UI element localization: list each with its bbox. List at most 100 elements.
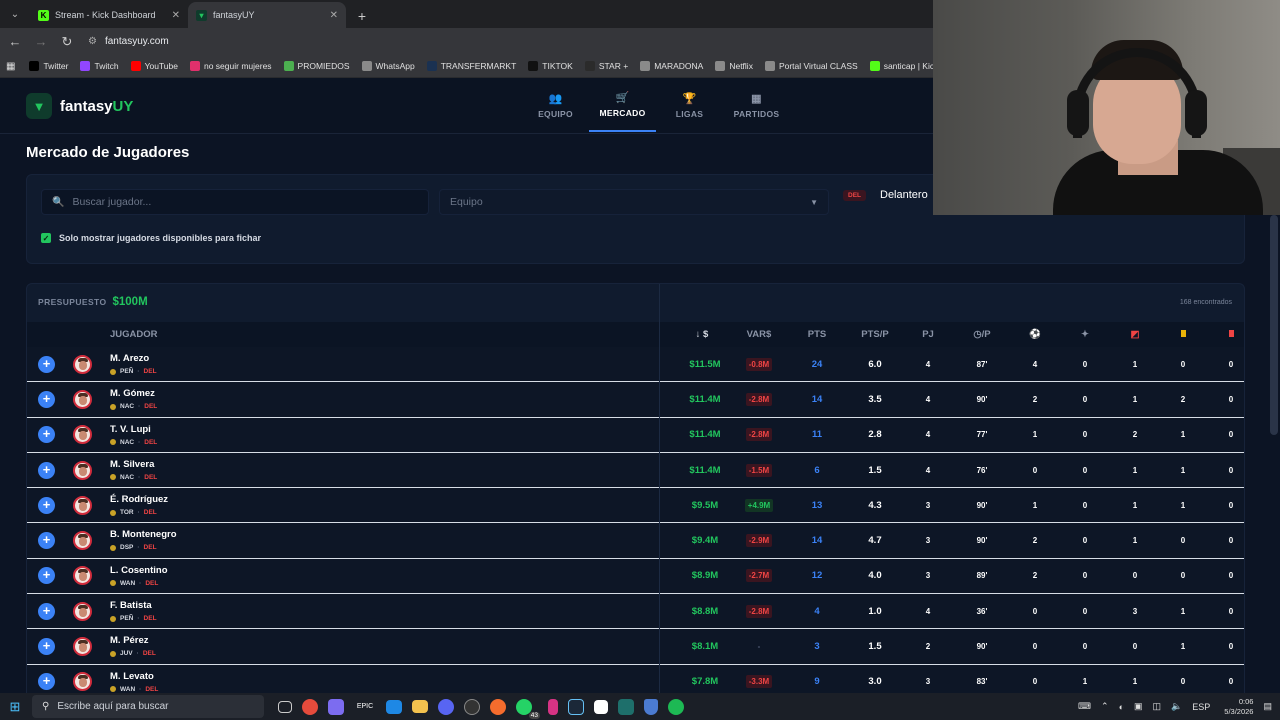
add-player-button[interactable]: + — [38, 602, 55, 620]
new-tab-button[interactable]: + — [350, 4, 374, 28]
network-icon[interactable]: ◫ — [1153, 701, 1162, 712]
table-row[interactable]: + B. Montenegro DSP · DEL $9.4M -2.9M 14 4.7 3 90'… — [27, 523, 1244, 559]
table-row[interactable]: + M. Silvera NAC · DEL $11.4M -1.5M 6 1.5 4 76' 0 0 1… — [27, 452, 1244, 489]
clock[interactable]: 0:06 5/3/2026 — [1224, 697, 1253, 717]
table-row[interactable]: + T. V. Lupi NAC · DEL $11.4M -2.8M 11 2.8 4 77' 1 0… — [27, 417, 1244, 453]
notifications-icon[interactable]: ▤ — [1263, 701, 1272, 712]
app-logo[interactable]: ▼ fantasyUY — [26, 93, 133, 119]
player-ptsp: 3.0 — [868, 676, 882, 688]
add-player-button[interactable]: + — [38, 461, 55, 479]
goals-icon[interactable]: ⚽ — [1027, 329, 1043, 340]
bookmark-item[interactable]: TRANSFERMARKT — [426, 61, 516, 71]
col-minutes[interactable]: ◷/P — [967, 329, 997, 340]
close-tab-icon[interactable]: ✕ — [172, 10, 180, 21]
position-select[interactable]: DEL Delantero — [843, 189, 928, 201]
add-player-button[interactable]: + — [38, 390, 55, 408]
bookmark-item[interactable]: no seguir mujeres — [189, 61, 272, 71]
table-row[interactable]: + L. Cosentino WAN · DEL $8.9M -2.7M 12 4.0 3 89' 2… — [27, 558, 1244, 595]
chrome-icon[interactable] — [302, 698, 318, 715]
table-row[interactable]: + F. Batista PEÑ · DEL $8.8M -2.8M 4 1.0 4 36' 0 0 3 1… — [27, 594, 1244, 630]
nav-equipo[interactable]: 👥 EQUIPO — [522, 78, 589, 132]
tab-search-menu-icon[interactable]: ⌄ — [4, 4, 26, 24]
copilot-icon[interactable] — [328, 698, 344, 715]
obs-icon[interactable] — [464, 698, 480, 715]
col-var[interactable]: VAR$ — [739, 329, 779, 340]
tab-kick-dashboard[interactable]: K Stream - Kick Dashboard ✕ — [30, 2, 188, 28]
discord-icon[interactable] — [438, 698, 454, 715]
add-player-button[interactable]: + — [38, 567, 55, 585]
red-card-icon[interactable] — [1223, 329, 1239, 340]
tray-app-icon[interactable]: ◐ — [1119, 702, 1124, 712]
add-player-button[interactable]: + — [38, 638, 55, 656]
col-pts[interactable]: PTS — [797, 329, 837, 340]
back-icon[interactable]: ← — [4, 34, 26, 49]
tray-app2-icon[interactable]: ▣ — [1134, 701, 1143, 712]
col-jugador[interactable]: JUGADOR — [110, 329, 158, 340]
bookmark-item[interactable]: Twitter — [29, 61, 68, 71]
table-row[interactable]: + É. Rodríguez TOR · DEL $9.5M +4.9M 13 4.3 3 90' 1… — [27, 488, 1244, 524]
url-field[interactable]: ⚙ fantasyuy.com — [88, 36, 169, 47]
nav-partidos[interactable]: ▦ PARTIDOS — [723, 78, 790, 132]
add-player-button[interactable]: + — [38, 496, 55, 514]
col-price-sorted[interactable]: ↓ $ — [687, 329, 717, 340]
player-var: - — [757, 642, 761, 652]
bookmark-item[interactable]: WhatsApp — [361, 61, 415, 71]
table-row[interactable]: + M. Gómez NAC · DEL $11.4M -2.8M 14 3.5 4 90' 2 0 1 2… — [27, 382, 1244, 418]
page-scrollbar[interactable] — [1270, 215, 1278, 435]
bookmark-item[interactable]: PROMIEDOS — [283, 61, 350, 71]
bookmark-item[interactable]: MARADONA — [640, 61, 703, 71]
search-box[interactable]: 🔍 — [41, 189, 429, 215]
sort-down-icon: ↓ — [695, 329, 701, 340]
spotify-icon[interactable] — [668, 698, 684, 715]
yellow-card-icon[interactable] — [1175, 329, 1191, 340]
app-icon-pink[interactable] — [548, 698, 558, 715]
shot-icon[interactable]: ◩ — [1127, 329, 1143, 340]
add-player-button[interactable]: + — [38, 532, 55, 550]
site-info-icon[interactable]: ⚙ — [88, 36, 97, 47]
bookmark-item[interactable]: STAR + — [584, 61, 628, 71]
keyboard-icon[interactable]: ⌨ — [1078, 701, 1091, 712]
forward-icon[interactable]: → — [30, 34, 52, 49]
add-player-button[interactable]: + — [38, 426, 55, 444]
bookmark-item[interactable]: Netflix — [715, 61, 753, 71]
chevron-up-icon[interactable]: ⌃ — [1101, 701, 1109, 712]
tab-label: Stream - Kick Dashboard — [55, 10, 156, 20]
close-tab-icon[interactable]: ✕ — [330, 10, 338, 21]
player-team: PEÑ — [120, 615, 134, 623]
tab-fantasyuy[interactable]: ▾ fantasyUY ✕ — [188, 2, 346, 28]
player-minutes: 76' — [976, 465, 988, 475]
whatsapp-icon[interactable]: 43 — [516, 698, 540, 719]
terminal-icon[interactable] — [618, 698, 634, 715]
apps-grid-icon[interactable]: ▦ — [6, 61, 15, 72]
add-player-button[interactable]: + — [38, 355, 55, 373]
taskbar-search[interactable]: ⚲ Escribe aquí para buscar — [32, 695, 264, 718]
col-pj[interactable]: PJ — [913, 329, 943, 340]
windows-start-icon[interactable]: ⊞ — [0, 699, 30, 715]
steam-icon[interactable] — [568, 698, 584, 715]
task-view-icon[interactable] — [278, 700, 292, 713]
search-input[interactable] — [72, 196, 413, 208]
bookmark-item[interactable]: TIKTOK — [528, 61, 573, 71]
bookmark-item[interactable]: Twitch — [80, 61, 119, 71]
bookmark-item[interactable]: YouTube — [130, 61, 178, 71]
table-row[interactable]: + M. Pérez JUV · DEL $8.1M - 3 1.5 2 90' 0 0 0 1 0 — [27, 629, 1244, 665]
add-player-button[interactable]: + — [38, 673, 55, 691]
col-ptsp[interactable]: PTS/P — [855, 329, 895, 340]
file-explorer-icon[interactable] — [412, 700, 428, 713]
vpn-shield-icon[interactable] — [644, 698, 658, 715]
bookmark-item[interactable]: Portal Virtual CLASS — [764, 61, 858, 71]
mail-icon[interactable] — [386, 699, 402, 714]
bookmark-item[interactable]: santicap | Kick — [869, 61, 938, 71]
epic-games-icon[interactable]: EPIC — [354, 698, 376, 716]
language-indicator[interactable]: ESP — [1192, 702, 1210, 712]
table-row[interactable]: + M. Arezo PEÑ · DEL $11.5M -0.8M 24 6.0 4 87' 4 0 1 0… — [27, 347, 1244, 383]
origin-icon[interactable] — [490, 698, 506, 715]
team-select[interactable]: Equipo ▼ — [439, 189, 829, 215]
nav-mercado[interactable]: 🛒 MERCADO — [589, 78, 656, 132]
assist-icon[interactable]: ✦ — [1077, 329, 1093, 340]
nav-ligas[interactable]: 🏆 LIGAS — [656, 78, 723, 132]
volume-icon[interactable]: 🔈 — [1171, 701, 1182, 712]
capcut-icon[interactable] — [594, 699, 608, 714]
reload-icon[interactable]: ↻ — [56, 34, 78, 50]
only-available-checkbox[interactable]: ✓ Solo mostrar jugadores disponibles par… — [41, 233, 261, 243]
